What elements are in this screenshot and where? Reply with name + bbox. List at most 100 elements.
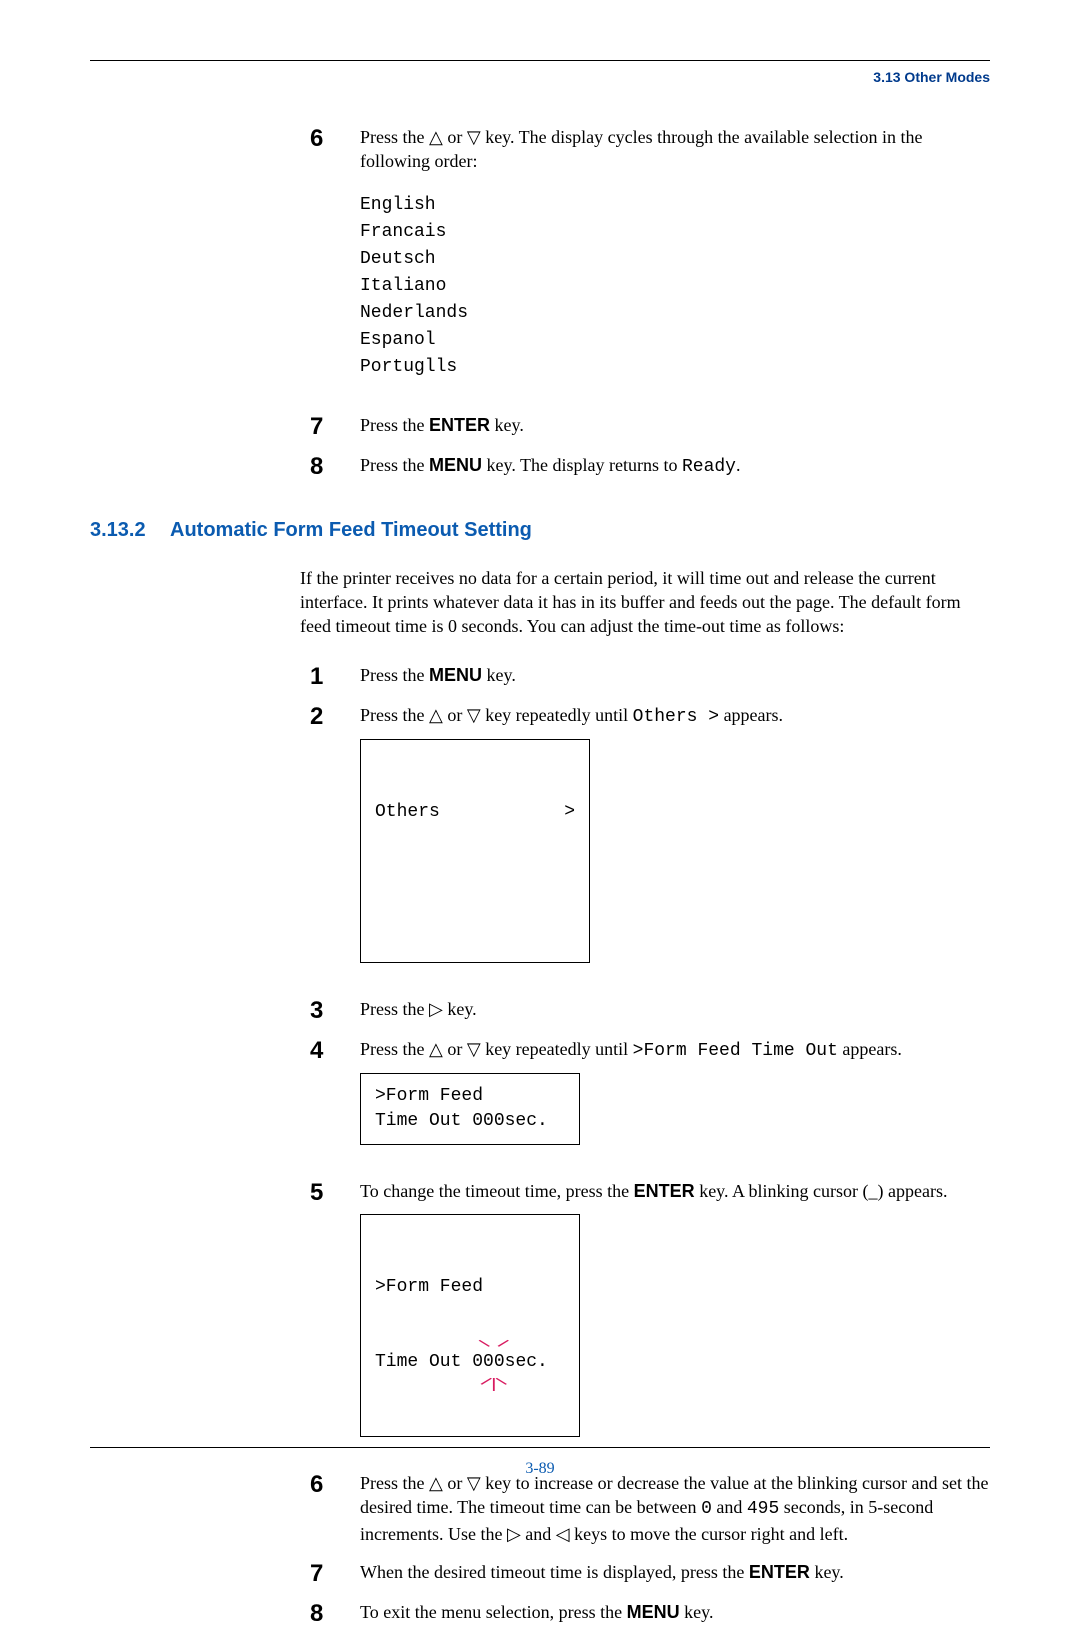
lang-item: Francais — [360, 219, 990, 246]
bottom-rule — [90, 1447, 990, 1448]
step2-4: 4 Press the △ or ▽ key repeatedly until … — [300, 1037, 990, 1166]
t: appears. — [838, 1039, 902, 1059]
section-title: Automatic Form Feed Timeout Setting — [170, 519, 532, 542]
triangle-left-icon: ◁ — [556, 1524, 570, 1544]
t: key. The display returns to — [482, 455, 682, 475]
step-7: 7 Press the ENTER key. — [300, 413, 990, 439]
key-name: MENU — [429, 455, 482, 475]
triangle-up-icon: △ — [429, 127, 443, 147]
section-heading: 3.13.2 Automatic Form Feed Timeout Setti… — [90, 519, 990, 542]
lang-item: Portuglls — [360, 354, 990, 381]
lcd-text: Others — [375, 800, 440, 825]
t: key repeatedly until — [481, 1039, 633, 1059]
lang-item: Deutsch — [360, 246, 990, 273]
triangle-down-icon: ▽ — [467, 127, 481, 147]
page: 3.13 Other Modes 6 Press the △ or ▽ key.… — [0, 0, 1080, 1528]
lcd-caret: > — [564, 800, 575, 825]
key-name: MENU — [627, 1602, 680, 1622]
step-text: Press the ▷ key. — [360, 997, 990, 1021]
t: To change the timeout time, press the — [360, 1181, 634, 1201]
step-number: 7 — [300, 413, 360, 439]
step-number: 2 — [300, 703, 360, 729]
step2-8: 8 To exit the menu selection, press the … — [300, 1600, 990, 1626]
step-number: 8 — [300, 1600, 360, 1626]
step-text: To exit the menu selection, press the ME… — [360, 1600, 990, 1624]
triangle-right-icon: ▷ — [507, 1524, 521, 1544]
language-list: English Francais Deutsch Italiano Nederl… — [360, 192, 990, 381]
lang-item: Espanol — [360, 327, 990, 354]
t: Press the — [360, 665, 429, 685]
blinking-cursor: 00\//\| — [483, 1350, 505, 1375]
step-text: To change the timeout time, press the EN… — [360, 1179, 990, 1457]
step-6: 6 Press the △ or ▽ key. The display cycl… — [300, 125, 990, 399]
step-text: Press the MENU key. — [360, 663, 990, 687]
t: or — [443, 127, 467, 147]
mono-text: >Form Feed Time Out — [633, 1041, 838, 1061]
t: or — [443, 705, 467, 725]
step-number: 1 — [300, 663, 360, 689]
step-text: Press the MENU key. The display returns … — [360, 453, 990, 479]
t: and — [712, 1497, 747, 1517]
mono-text: 0 — [701, 1499, 712, 1519]
section-number: 3.13.2 — [90, 519, 170, 542]
key-name: ENTER — [634, 1181, 695, 1201]
t: key. A blinking cursor (_) appears. — [695, 1181, 948, 1201]
step-text: Press the △ or ▽ key repeatedly until >F… — [360, 1037, 990, 1166]
t: key. — [482, 665, 516, 685]
step-number: 7 — [300, 1560, 360, 1586]
step2-6: 6 Press the △ or ▽ key to increase or de… — [300, 1471, 990, 1546]
step2-7: 7 When the desired timeout time is displ… — [300, 1560, 990, 1586]
header-section-ref: 3.13 Other Modes — [90, 69, 990, 85]
step-number: 3 — [300, 997, 360, 1023]
t: Press the — [360, 705, 429, 725]
triangle-up-icon: △ — [429, 1039, 443, 1059]
t: Press the — [360, 455, 429, 475]
t: appears. — [719, 705, 783, 725]
step2-1: 1 Press the MENU key. — [300, 663, 990, 689]
key-name: MENU — [429, 665, 482, 685]
mono-text: Others > — [633, 707, 719, 727]
lcd-line: Time Out 000\//\|sec. — [375, 1350, 565, 1375]
step-text: Press the △ or ▽ key to increase or decr… — [360, 1471, 990, 1546]
t: Press the — [360, 999, 429, 1019]
step-number: 6 — [300, 125, 360, 151]
lcd-display: Others > — [360, 739, 590, 963]
step-text: Press the ENTER key. — [360, 413, 990, 437]
t: key. — [680, 1602, 714, 1622]
step-number: 4 — [300, 1037, 360, 1063]
step-8: 8 Press the MENU key. The display return… — [300, 453, 990, 479]
t: When the desired timeout time is display… — [360, 1562, 749, 1582]
page-number: 3-89 — [90, 1460, 990, 1478]
t: and — [521, 1524, 556, 1544]
lcd-display: >Form Feed Time Out 000\//\|sec. — [360, 1214, 580, 1438]
lcd-display: >Form Feed Time Out 000sec. — [360, 1073, 580, 1145]
t: Time Out 0 — [375, 1352, 483, 1372]
triangle-down-icon: ▽ — [467, 1039, 481, 1059]
step-text: Press the △ or ▽ key. The display cycles… — [360, 125, 990, 399]
t: To exit the menu selection, press the — [360, 1602, 627, 1622]
t: Press the — [360, 415, 429, 435]
step-text: Press the △ or ▽ key repeatedly until Ot… — [360, 703, 990, 983]
top-rule — [90, 60, 990, 61]
lcd-line: >Form Feed — [375, 1275, 565, 1300]
t: . — [736, 455, 741, 475]
triangle-up-icon: △ — [429, 705, 443, 725]
lang-item: Italiano — [360, 273, 990, 300]
t: or — [443, 1039, 467, 1059]
block1: 6 Press the △ or ▽ key. The display cycl… — [300, 125, 990, 479]
step-number: 8 — [300, 453, 360, 479]
key-name: ENTER — [429, 415, 490, 435]
t: key repeatedly until — [481, 705, 633, 725]
lang-item: English — [360, 192, 990, 219]
spark-icon: | — [490, 1378, 498, 1392]
triangle-down-icon: ▽ — [467, 705, 481, 725]
t: keys to move the cursor right and left. — [570, 1524, 848, 1544]
lang-item: Nederlands — [360, 300, 990, 327]
triangle-right-icon: ▷ — [429, 999, 443, 1019]
t: Press the — [360, 127, 429, 147]
mono-text: Ready — [682, 457, 736, 477]
step2-3: 3 Press the ▷ key. — [300, 997, 990, 1023]
step2-2: 2 Press the △ or ▽ key repeatedly until … — [300, 703, 990, 983]
t: key. — [490, 415, 524, 435]
t: Press the — [360, 1039, 429, 1059]
